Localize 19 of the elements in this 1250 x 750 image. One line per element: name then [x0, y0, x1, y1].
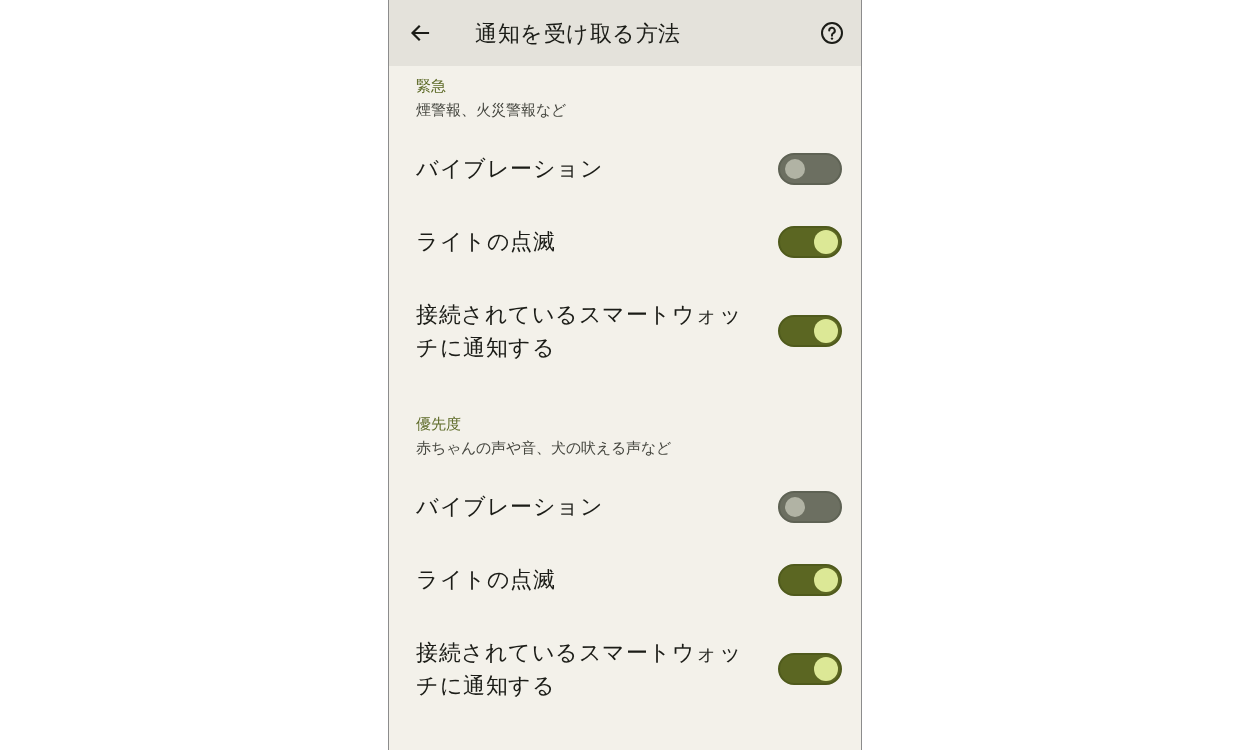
help-button[interactable]	[820, 21, 844, 45]
screen-title: 通知を受け取る方法	[475, 19, 682, 48]
setting-label: 接続されているスマートウォッチに通知する	[416, 639, 743, 700]
toggle-switch[interactable]	[778, 490, 842, 523]
section-subtitle: 赤ちゃんの声や音、犬の吠える声など	[416, 438, 672, 459]
section-title: 優先度	[416, 414, 462, 435]
toggle-switch[interactable]	[778, 315, 842, 347]
section-title: 緊急	[416, 76, 447, 97]
setting-label: バイブレーション	[416, 155, 604, 183]
setting-label: バイブレーション	[416, 493, 604, 521]
help-icon	[820, 21, 844, 45]
section-subtitle: 煙警報、火災警報など	[416, 100, 567, 121]
setting-label: ライトの点滅	[416, 228, 556, 256]
toggle-switch[interactable]	[778, 225, 842, 258]
setting-label: 接続されているスマートウォッチに通知する	[416, 301, 743, 362]
toggle-switch[interactable]	[778, 653, 842, 685]
toggle-switch[interactable]	[778, 563, 842, 596]
toggle-switch[interactable]	[778, 152, 842, 185]
setting-label: ライトの点滅	[416, 566, 556, 594]
